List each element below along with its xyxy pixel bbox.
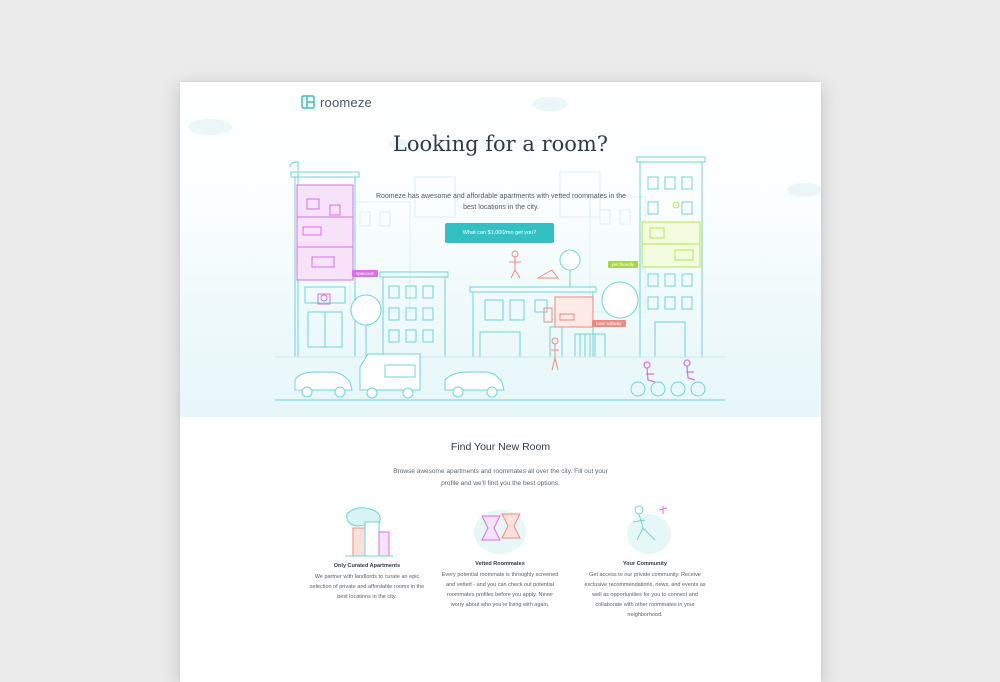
feature-title: Only Curated Apartments [333, 563, 401, 569]
feature-description: We partner with landlords to curate an e… [309, 574, 425, 600]
cta-button[interactable]: What can $1,000/mo get you? [445, 223, 554, 243]
roomeze-logo[interactable]: roomeze [301, 94, 372, 110]
landing-page: roomeze Looking for a room? Roomeze has … [180, 82, 821, 682]
feature-your-community: Your Community Get access to our private… [580, 500, 710, 620]
logo-text: roomeze [320, 94, 372, 110]
hero-section: roomeze Looking for a room? Roomeze has … [180, 82, 821, 417]
find-room-subtitle: Browse awesome apartments and roommates … [393, 468, 608, 487]
buildings-icon [345, 507, 393, 557]
tag-spacious: spacious [352, 270, 378, 277]
hero-subtitle: Roomeze has awesome and affordable apart… [375, 193, 627, 211]
feature-description: Get access to our private community. Rec… [584, 572, 706, 618]
tag-pet-friendly: pet friendly [608, 261, 639, 268]
roommates-icon [474, 510, 526, 554]
feature-title: Your Community [623, 561, 667, 567]
feature-curated-apartments: Only Curated Apartments We partner with … [307, 502, 427, 602]
hero-title: Looking for a room? [392, 132, 609, 156]
logo-icon [301, 95, 315, 109]
feature-description: Every potential roommate is throughly sc… [441, 572, 559, 608]
community-icon [627, 505, 671, 554]
tag-near-subway: near subway [592, 320, 626, 327]
feature-vetted-roommates: Vetted Roommates Every potential roommat… [440, 500, 560, 610]
feature-title: Vetted Roommates [475, 561, 525, 567]
find-room-title: Find Your New Room [450, 441, 551, 453]
